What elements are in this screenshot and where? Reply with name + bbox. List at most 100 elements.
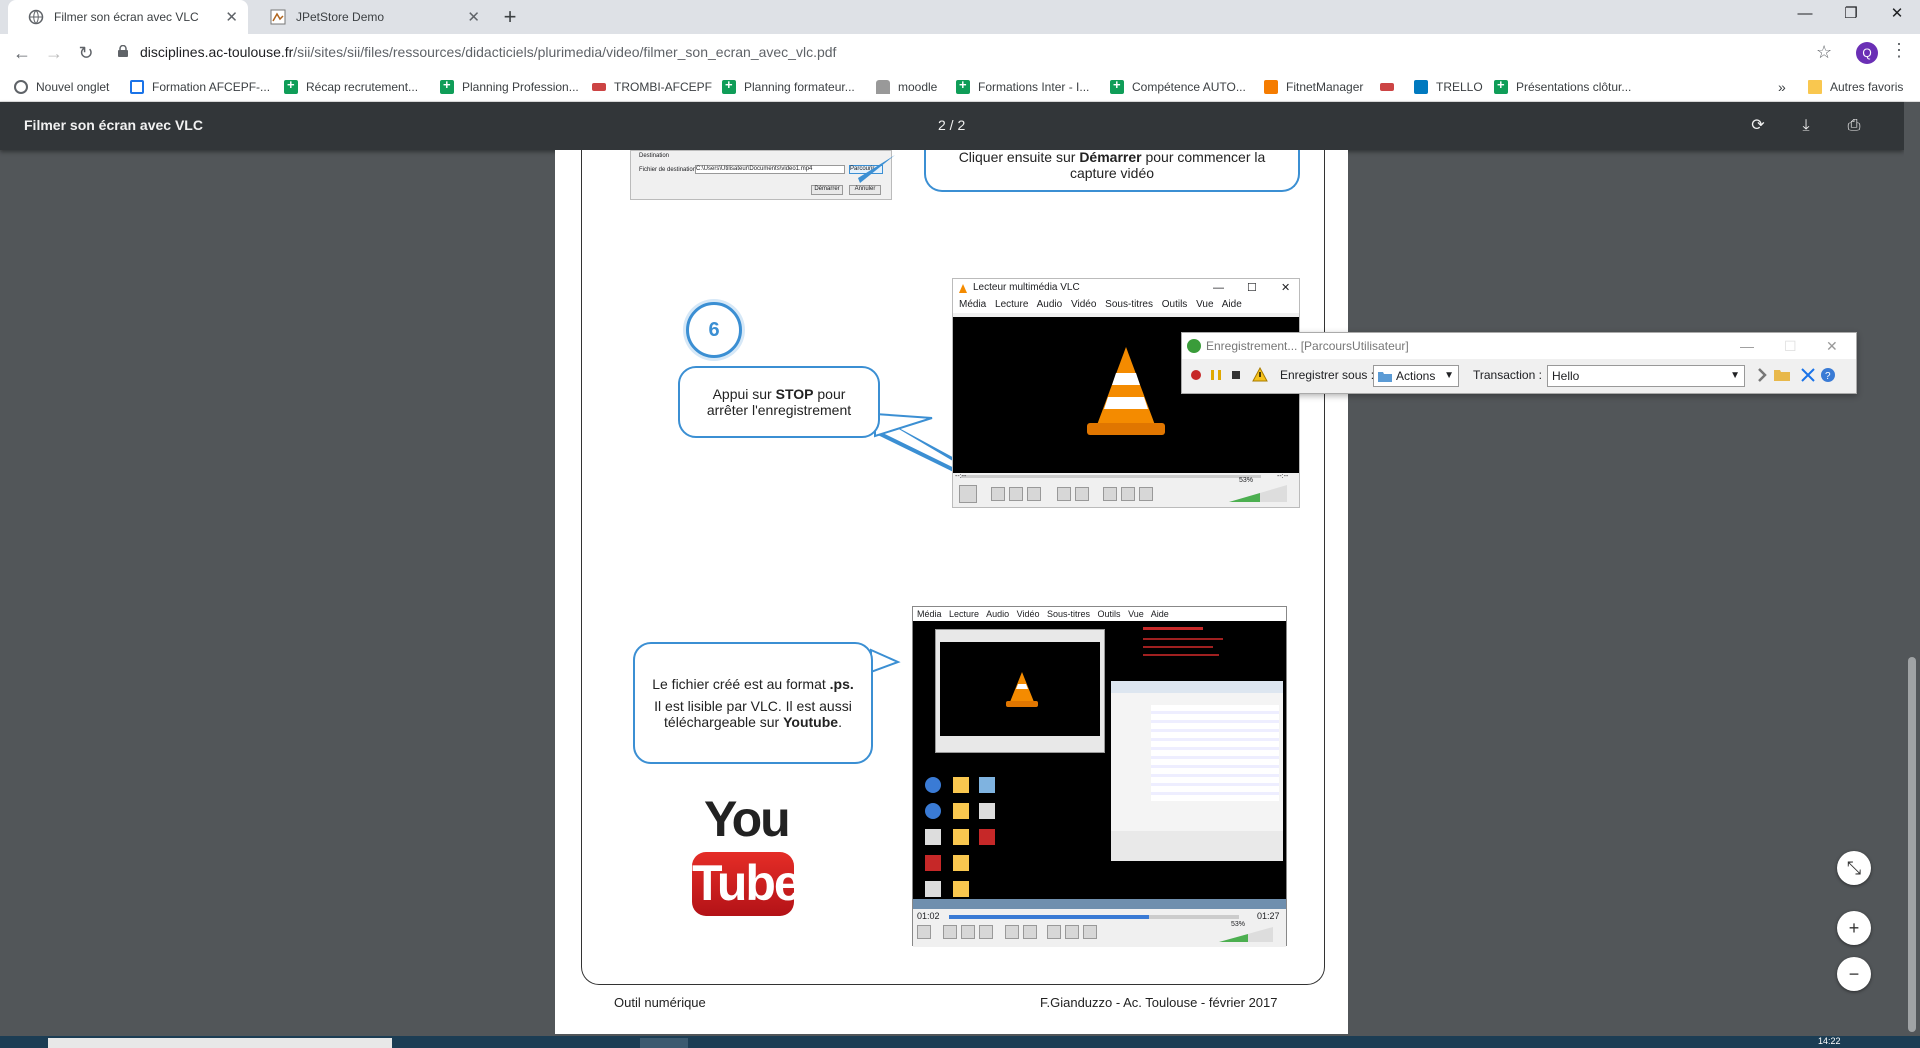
desktop-icon: [953, 777, 969, 793]
vlc-cone-icon: [958, 283, 968, 301]
loop-icon: [1065, 925, 1079, 939]
scrollbar-thumb[interactable]: [1908, 657, 1916, 1032]
settings-icon: [1075, 487, 1089, 501]
desktop-icon: [925, 855, 941, 871]
close-icon: ✕: [1281, 282, 1291, 294]
vlc-recording-screenshot: Média Lecture Audio Vidéo Sous-titres Ou…: [912, 606, 1287, 947]
taskbar-app[interactable]: [640, 1038, 688, 1048]
actions-dropdown[interactable]: Actions ▼: [1373, 365, 1459, 387]
nested-video: [940, 642, 1100, 736]
page-footer-right: F.Gianduzzo - Ac. Toulouse - février 201…: [1040, 995, 1278, 1010]
chevron-right-icon[interactable]: [1754, 367, 1770, 383]
warning-icon[interactable]: [1252, 367, 1268, 383]
record-icon[interactable]: [1188, 367, 1204, 383]
callout-line: Le fichier créé est au format .ps.: [652, 676, 854, 692]
desktop-icon: [925, 881, 941, 897]
time-total: 01:27: [1257, 911, 1280, 921]
step-number-badge: 6: [686, 302, 742, 358]
recorder-window: Enregistrement... [ParcoursUtilisateur] …: [1181, 332, 1857, 394]
youtube-you-text: You: [704, 791, 791, 847]
stop-icon[interactable]: [1228, 367, 1244, 383]
vlc-titlebar: Lecteur multimédia VLC — ☐ ✕: [953, 279, 1299, 297]
taskbar-search-box[interactable]: [48, 1038, 392, 1048]
time-current: 01:02: [917, 911, 940, 921]
callout-line: Il est lisible par VLC. Il est aussi: [654, 698, 852, 714]
previous-icon: [991, 487, 1005, 501]
os-taskbar: 14:22: [0, 1036, 1920, 1048]
help-icon[interactable]: ?: [1820, 367, 1836, 383]
chevron-down-icon: ▼: [1730, 370, 1740, 381]
desktop-icon: [925, 777, 941, 793]
transaction-dropdown[interactable]: Hello ▼: [1547, 365, 1745, 387]
vlc-title-text: Lecteur multimédia VLC: [973, 282, 1080, 293]
close-icon[interactable]: ✕: [1826, 333, 1838, 359]
shuffle-icon: [1139, 487, 1153, 501]
volume-slider: [1229, 485, 1287, 502]
transaction-label: Transaction :: [1473, 368, 1542, 382]
previous-icon: [943, 925, 957, 939]
file-format-callout: Le fichier créé est au format .ps. Il es…: [633, 642, 873, 764]
chevron-down-icon: ▼: [1444, 370, 1454, 381]
desktop-icon: [953, 881, 969, 897]
save-as-label: Enregistrer sous :: [1280, 368, 1375, 382]
callout-line: téléchargeable sur Youtube.: [664, 714, 842, 730]
fullscreen-icon: [1005, 925, 1019, 939]
desktop-icon: [953, 803, 969, 819]
taskbar-clock: 14:22: [1818, 1036, 1841, 1046]
recorder-controls: Enregistrer sous : Actions ▼ Transaction…: [1182, 363, 1856, 389]
desktop-icon: [953, 829, 969, 845]
file-explorer-window: [1111, 681, 1283, 861]
page-scrollbar[interactable]: [1904, 102, 1920, 1036]
folder-icon: [1378, 372, 1392, 382]
next-icon: [1027, 487, 1041, 501]
play-icon: [959, 485, 977, 503]
loop-icon: [1121, 487, 1135, 501]
svg-text:?: ?: [1825, 371, 1831, 382]
desktop-icon: [979, 829, 995, 845]
time-right: --:--: [1277, 473, 1289, 480]
minimize-icon[interactable]: —: [1740, 333, 1754, 359]
playlist-icon: [1047, 925, 1061, 939]
maximize-icon[interactable]: ☐: [1784, 333, 1797, 359]
recorder-title: Enregistrement... [ParcoursUtilisateur]: [1206, 339, 1409, 353]
stop-icon: [961, 925, 975, 939]
expand-icon[interactable]: [1800, 367, 1816, 383]
actions-value: Actions: [1396, 369, 1436, 383]
time-left: --:--: [955, 473, 967, 480]
youtube-tube-text: Tube: [692, 852, 802, 916]
seek-bar: [961, 475, 1261, 478]
recorder-app-icon: [1187, 339, 1201, 353]
desktop-icon: [953, 855, 969, 871]
fit-to-page-icon[interactable]: ⤡: [1837, 851, 1871, 885]
progress-bar: [949, 915, 1239, 919]
vlc-controls: --:-- --:-- 53%: [953, 473, 1299, 507]
settings-icon: [1023, 925, 1037, 939]
zoom-in-icon[interactable]: +: [1837, 911, 1871, 945]
stop-callout: Appui sur STOP pour arrêter l'enregistre…: [678, 366, 880, 438]
shuffle-icon: [1083, 925, 1097, 939]
open-folder-icon[interactable]: [1774, 367, 1790, 383]
maximize-icon: ☐: [1247, 282, 1257, 294]
play-icon: [917, 925, 931, 939]
volume-label: 53%: [1239, 477, 1254, 484]
desktop-icon: [979, 777, 995, 793]
nested-vlc-window: [935, 629, 1105, 753]
inner-taskbar: [913, 899, 1286, 909]
callout-line: arrêter l'enregistrement: [706, 402, 852, 418]
volume-slider: [1219, 927, 1273, 942]
vlc-cone-icon: [1087, 347, 1165, 435]
vlc-menubar: Média Lecture Audio Vidéo Sous-titres Ou…: [953, 297, 1299, 313]
minimize-icon: —: [1213, 282, 1224, 294]
vlc-cone-icon: [1006, 672, 1038, 707]
desktop-text-overlay: [1143, 627, 1243, 667]
next-icon: [979, 925, 993, 939]
desktop-icon: [979, 803, 995, 819]
page-footer-left: Outil numérique: [614, 995, 706, 1010]
fullscreen-icon: [1057, 487, 1071, 501]
desktop-icon: [925, 803, 941, 819]
pause-icon[interactable]: [1208, 367, 1224, 383]
recorder-titlebar: Enregistrement... [ParcoursUtilisateur] …: [1182, 333, 1856, 359]
zoom-out-icon[interactable]: −: [1837, 957, 1871, 991]
vlc-controls: 01:02 01:27 53%: [913, 909, 1286, 947]
vlc-menubar: Média Lecture Audio Vidéo Sous-titres Ou…: [913, 607, 1286, 621]
